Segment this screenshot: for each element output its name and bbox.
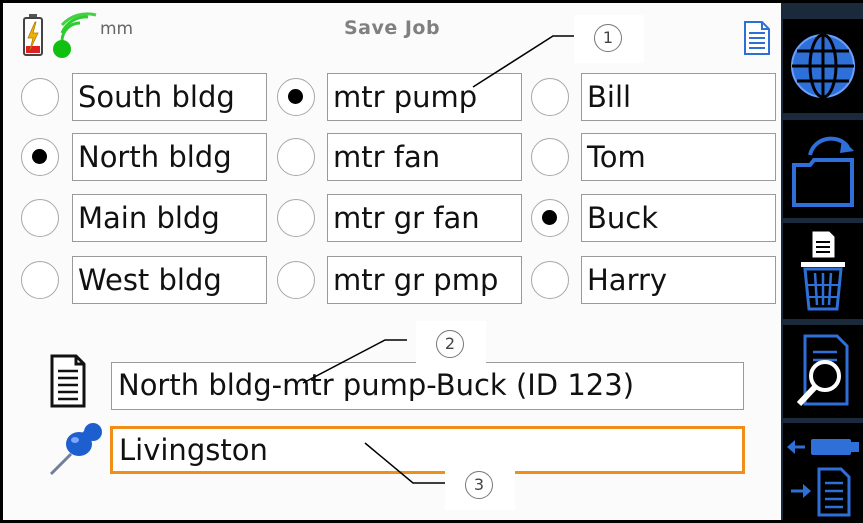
search-document-icon [796, 334, 849, 406]
search-job-button[interactable] [783, 325, 863, 418]
callout-number-3: 3 [465, 471, 493, 499]
callout-number-1: 1 [594, 24, 622, 52]
callout-lines [302, 35, 575, 484]
callout-1: 1 [574, 15, 644, 63]
open-folder-button[interactable] [783, 120, 863, 218]
open-folder-icon [792, 136, 854, 207]
trash-document-icon [801, 231, 845, 311]
transfer-button[interactable] [783, 423, 863, 520]
callout-2: 2 [416, 321, 486, 369]
sidebar [781, 3, 863, 520]
main-screen: mm Save Job South bldg North bldg Main b… [3, 3, 781, 520]
delete-job-button[interactable] [783, 223, 863, 319]
callout-3: 3 [445, 462, 515, 510]
globe-icon [791, 33, 855, 99]
globe-button[interactable] [783, 19, 863, 113]
callout-number-2: 2 [436, 330, 464, 358]
transfer-icon [787, 438, 859, 516]
